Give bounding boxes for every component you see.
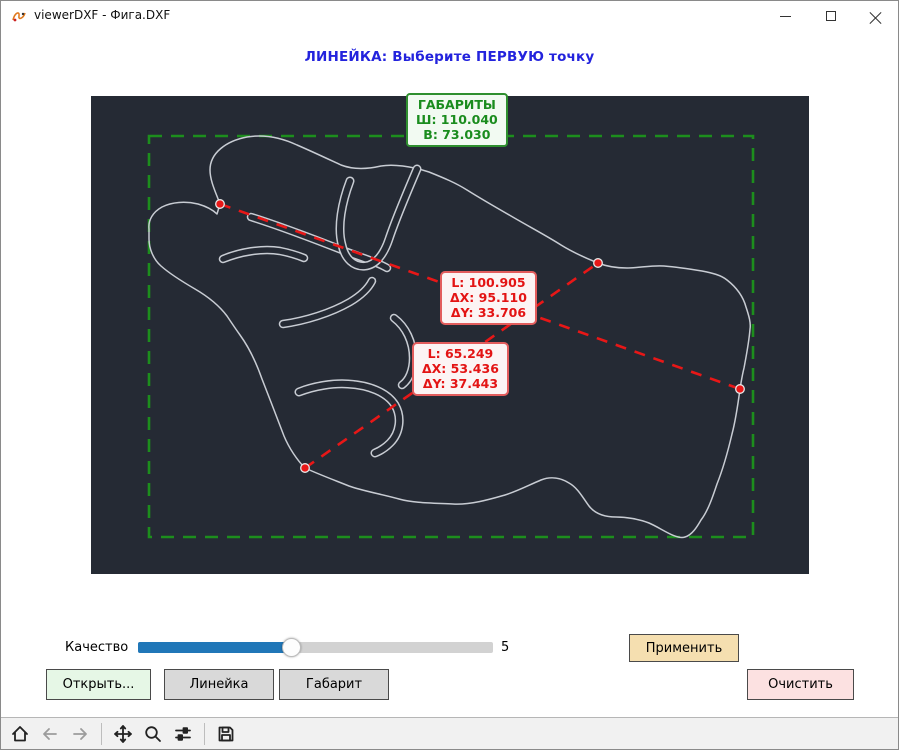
gabarit-button[interactable]: Габарит [279, 669, 389, 700]
quality-slider-thumb[interactable] [282, 638, 301, 657]
toolbar-separator [204, 723, 205, 745]
close-icon [870, 10, 882, 22]
open-button[interactable]: Открыть... [46, 669, 151, 700]
window-title: viewerDXF - Фига.DXF [34, 8, 170, 22]
ruler-length: L: 65.249 [422, 347, 499, 362]
ruler-measurement-label: L: 65.249 ΔX: 53.436 ΔY: 37.443 [412, 342, 509, 396]
home-icon[interactable] [7, 721, 33, 747]
quality-value: 5 [501, 640, 509, 655]
ruler-dy: ΔY: 33.706 [450, 306, 527, 321]
dimensions-height: В: 73.030 [416, 128, 498, 143]
quality-slider-fill [138, 642, 291, 653]
shape-outline [149, 136, 750, 537]
save-icon[interactable] [213, 721, 239, 747]
minimize-icon [780, 16, 791, 17]
ruler-dx: ΔX: 53.436 [422, 362, 499, 377]
ruler-dy: ΔY: 37.443 [422, 377, 499, 392]
clear-button[interactable]: Очистить [747, 669, 854, 700]
quality-label: Качество [65, 640, 128, 655]
toolbar-separator [101, 723, 102, 745]
dxf-canvas[interactable]: ГАБАРИТЫ Ш: 110.040 В: 73.030 L: 100.905… [91, 96, 809, 574]
zoom-icon[interactable] [140, 721, 166, 747]
navigation-toolbar [1, 717, 898, 750]
dimensions-width: Ш: 110.040 [416, 113, 498, 128]
quality-slider[interactable] [138, 642, 493, 653]
maximize-icon [826, 11, 836, 21]
maximize-button[interactable] [808, 1, 853, 31]
configure-icon[interactable] [170, 721, 196, 747]
app-window: viewerDXF - Фига.DXF ЛИНЕЙКА: Выберите П… [0, 0, 899, 750]
forward-icon[interactable] [67, 721, 93, 747]
app-icon [11, 8, 27, 24]
title-bar[interactable]: viewerDXF - Фига.DXF [1, 1, 898, 31]
dimensions-title: ГАБАРИТЫ [416, 98, 498, 113]
dimensions-label: ГАБАРИТЫ Ш: 110.040 В: 73.030 [406, 93, 508, 147]
ruler-measurement-label: L: 100.905 ΔX: 95.110 ΔY: 33.706 [440, 271, 537, 325]
ruler-dx: ΔX: 95.110 [450, 291, 527, 306]
measure-point[interactable] [594, 259, 603, 268]
status-hint: ЛИНЕЙКА: Выберите ПЕРВУЮ точку [1, 49, 898, 65]
dxf-drawing [91, 96, 809, 574]
back-icon[interactable] [37, 721, 63, 747]
measure-point[interactable] [216, 200, 225, 209]
apply-button[interactable]: Применить [629, 634, 739, 662]
minimize-button[interactable] [763, 1, 808, 31]
measure-point[interactable] [736, 385, 745, 394]
ruler-button[interactable]: Линейка [164, 669, 274, 700]
bounds-rect [149, 136, 753, 537]
measure-point[interactable] [301, 464, 310, 473]
pan-icon[interactable] [110, 721, 136, 747]
ruler-length: L: 100.905 [450, 276, 527, 291]
close-button[interactable] [853, 1, 898, 31]
